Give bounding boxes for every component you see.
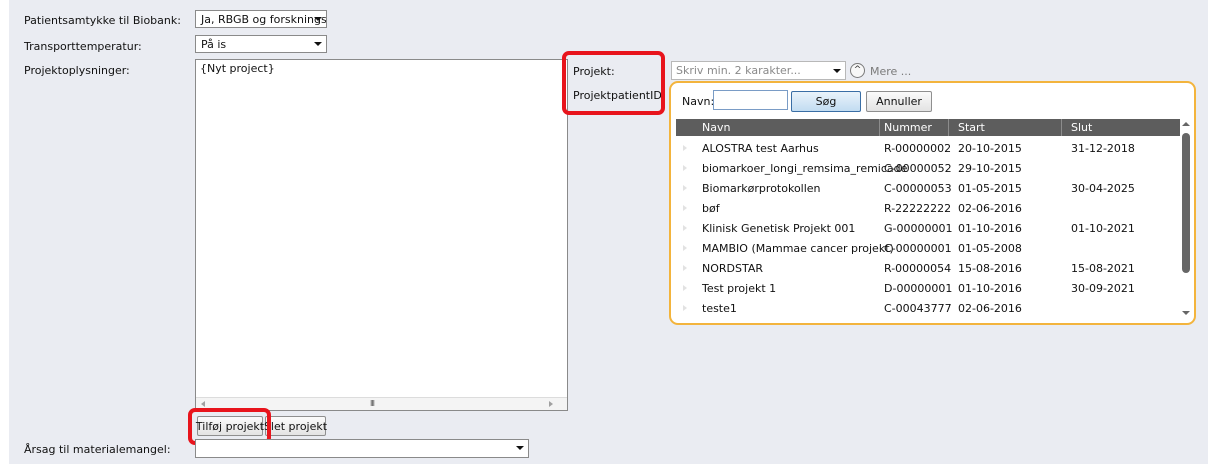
table-row[interactable]: Test projekt 1 D-00000001 01-10-2016 30-09-… xyxy=(676,278,1183,298)
cell-end: 30-04-2025 xyxy=(1071,182,1135,195)
column-header-name[interactable]: Navn xyxy=(702,121,730,134)
table-row[interactable]: NORDSTAR R-00000054 15-08-2016 15-08-2021 xyxy=(676,258,1183,278)
column-header-number[interactable]: Nummer xyxy=(884,121,932,134)
cell-number: G-00000001 xyxy=(884,222,953,235)
cell-name: biomarkoer_longi_remsima_remicade xyxy=(702,162,908,175)
table-row[interactable]: Klinisk Genetisk Projekt 001 G-00000001 01… xyxy=(676,218,1183,238)
table-header: Navn Nummer Start Slut xyxy=(676,119,1183,136)
more-link[interactable]: Mere ... xyxy=(870,65,911,78)
name-label: Navn: xyxy=(682,95,715,108)
project-list[interactable]: {Nyt project} III xyxy=(195,59,568,411)
project-search-popup: Navn: Søg Annuller Navn Nummer Start Slu… xyxy=(669,81,1196,325)
cell-number: C-00000053 xyxy=(884,182,952,195)
cell-start: 01-10-2016 xyxy=(958,222,1022,235)
column-separator xyxy=(1061,119,1062,136)
reason-select[interactable] xyxy=(195,439,529,458)
expand-triangle-icon xyxy=(683,265,687,271)
project-info-label: Projektoplysninger: xyxy=(24,64,130,77)
expand-triangle-icon xyxy=(683,245,687,251)
cell-start: 01-05-2015 xyxy=(958,182,1022,195)
cell-number: R-22222222 xyxy=(884,202,952,215)
cell-start: 01-05-2008 xyxy=(958,242,1022,255)
expand-triangle-icon xyxy=(683,185,687,191)
cell-name: Test projekt 1 xyxy=(702,282,777,295)
column-header-start[interactable]: Start xyxy=(958,121,985,134)
column-header-end[interactable]: Slut xyxy=(1071,121,1092,134)
cell-name: teste1 xyxy=(702,302,737,315)
scroll-thumb[interactable] xyxy=(1182,133,1190,273)
expand-triangle-icon xyxy=(683,145,687,151)
table-row[interactable]: ALOSTRA test Aarhus R-00000002 20-10-2015 3… xyxy=(676,138,1183,158)
cell-name: Biomarkørprotokollen xyxy=(702,182,821,195)
patient-id-label: ProjektpatientID: xyxy=(573,89,666,102)
cell-start: 02-06-2016 xyxy=(958,302,1022,315)
scroll-right-icon[interactable] xyxy=(549,401,553,407)
cell-number: R-00000054 xyxy=(884,262,952,275)
triangle-down-icon xyxy=(314,42,322,46)
cell-name: NORDSTAR xyxy=(702,262,764,275)
cell-start: 15-08-2016 xyxy=(958,262,1022,275)
cell-start: 20-10-2015 xyxy=(958,142,1022,155)
project-search-input[interactable]: Skriv min. 2 karakter... xyxy=(671,61,846,80)
delete-project-button[interactable]: Slet projekt xyxy=(264,416,327,436)
cell-start: 29-10-2015 xyxy=(958,162,1022,175)
cell-end: 31-12-2018 xyxy=(1071,142,1135,155)
table-row[interactable]: teste1 C-00043777 02-06-2016 xyxy=(676,298,1183,318)
table-row[interactable]: biomarkoer_longi_remsima_remicade C-00000… xyxy=(676,158,1183,178)
cell-start: 02-06-2016 xyxy=(958,202,1022,215)
triangle-down-icon xyxy=(314,17,322,21)
list-item[interactable]: {Nyt project} xyxy=(200,62,275,75)
consent-select-value: Ja, RBGB og forskningsp xyxy=(201,12,327,26)
project-label: Projekt: xyxy=(573,65,615,78)
cell-number: C-00000001 xyxy=(884,242,952,255)
triangle-down-icon xyxy=(516,446,524,450)
expand-triangle-icon xyxy=(683,165,687,171)
column-separator xyxy=(879,119,880,136)
chevron-up-circle-icon[interactable]: ^ xyxy=(850,63,865,78)
scroll-down-icon[interactable] xyxy=(1182,311,1190,315)
cell-end: 01-10-2021 xyxy=(1071,222,1135,235)
consent-label: Patientsamtykke til Biobank: xyxy=(24,14,181,27)
transport-label: Transporttemperatur: xyxy=(24,40,142,53)
table-row[interactable]: Biomarkørprotokollen C-00000053 01-05-2015… xyxy=(676,178,1183,198)
cell-start: 01-10-2016 xyxy=(958,282,1022,295)
cell-end: 15-08-2021 xyxy=(1071,262,1135,275)
table-row[interactable]: MAMBIO (Mammae cancer projekt) C-00000001… xyxy=(676,238,1183,258)
cell-name: Klinisk Genetisk Projekt 001 xyxy=(702,222,856,235)
vertical-scrollbar[interactable] xyxy=(1180,119,1192,319)
expand-triangle-icon xyxy=(683,285,687,291)
table-row[interactable]: bøf R-22222222 02-06-2016 xyxy=(676,198,1183,218)
cell-number: R-00000002 xyxy=(884,142,952,155)
cell-number: C-00000052 xyxy=(884,162,952,175)
expand-triangle-icon xyxy=(683,225,687,231)
project-search-placeholder: Skriv min. 2 karakter... xyxy=(676,64,801,77)
cell-number: D-00000001 xyxy=(884,282,953,295)
cell-name: ALOSTRA test Aarhus xyxy=(702,142,819,155)
expand-triangle-icon xyxy=(683,205,687,211)
transport-select-value: På is xyxy=(201,37,227,51)
cell-name: MAMBIO (Mammae cancer projekt) xyxy=(702,242,894,255)
expand-triangle-icon xyxy=(683,305,687,311)
triangle-down-icon[interactable] xyxy=(833,69,841,73)
name-input[interactable] xyxy=(713,90,788,110)
consent-select[interactable]: Ja, RBGB og forskningsp xyxy=(195,10,327,28)
cancel-button[interactable]: Annuller xyxy=(866,91,932,112)
scroll-grip-icon[interactable]: III xyxy=(202,400,542,408)
transport-select[interactable]: På is xyxy=(195,35,327,53)
scroll-up-icon[interactable] xyxy=(1182,122,1190,126)
reason-label: Årsag til materialemangel: xyxy=(24,443,171,456)
cell-end: 30-09-2021 xyxy=(1071,282,1135,295)
cell-name: bøf xyxy=(702,202,720,215)
horizontal-scrollbar[interactable]: III xyxy=(196,397,567,410)
cell-number: C-00043777 xyxy=(884,302,952,315)
search-button[interactable]: Søg xyxy=(791,91,861,112)
column-separator xyxy=(948,119,949,136)
add-project-button[interactable]: Tilføj projekt xyxy=(196,416,264,436)
